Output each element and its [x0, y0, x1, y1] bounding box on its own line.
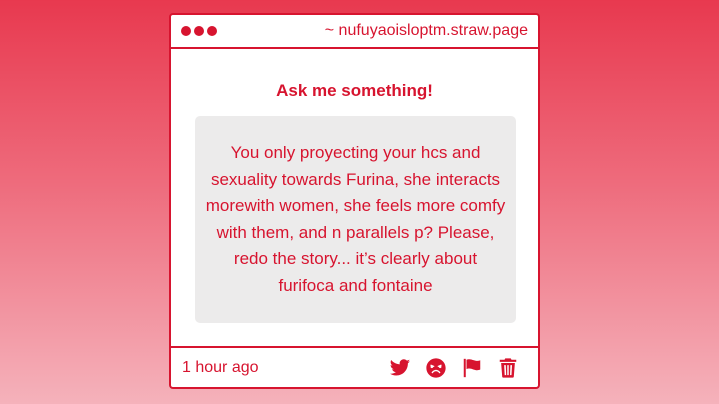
angry-react-button[interactable] — [424, 356, 448, 380]
window-titlebar: ~ nufuyaoisloptm.straw.page — [171, 15, 538, 49]
twitter-icon — [389, 358, 411, 376]
twitter-share-button[interactable] — [388, 356, 412, 380]
angry-face-icon — [426, 357, 446, 378]
window-dot-icon — [181, 26, 191, 36]
window-dot-icon — [194, 26, 204, 36]
card-footer: 1 hour ago — [171, 346, 538, 387]
ask-card: ~ nufuyaoisloptm.straw.page Ask me somet… — [169, 13, 540, 389]
window-dot-icon — [207, 26, 217, 36]
timestamp: 1 hour ago — [182, 358, 259, 376]
delete-button[interactable] — [496, 356, 520, 380]
page-title: Ask me something! — [276, 81, 433, 100]
question-box: You only proyecting your hcs and sexuali… — [195, 116, 516, 323]
action-bar — [388, 356, 520, 380]
page-url[interactable]: ~ nufuyaoisloptm.straw.page — [325, 22, 528, 40]
report-button[interactable] — [460, 356, 484, 380]
trash-icon — [499, 357, 517, 378]
question-text: You only proyecting your hcs and sexuali… — [205, 143, 506, 295]
window-dots — [181, 26, 217, 36]
flag-icon — [463, 358, 481, 377]
